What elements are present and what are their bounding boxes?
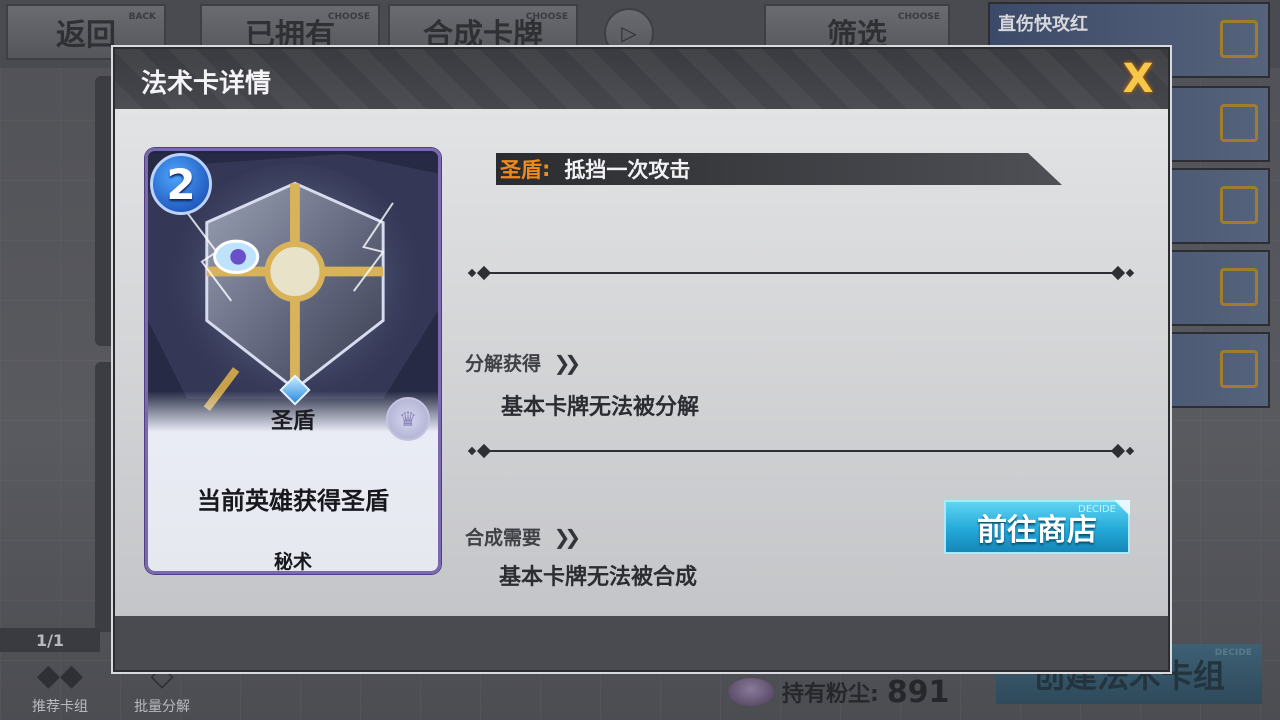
diamond-icon: ◆◆	[36, 658, 84, 693]
create-sub: DECIDE	[1214, 648, 1252, 658]
dialog-header: 法术卡详情 X	[115, 49, 1168, 109]
card-description: 当前英雄获得圣盾	[197, 487, 389, 515]
close-icon[interactable]: X	[1118, 59, 1158, 99]
effect-colon: :	[542, 157, 551, 181]
edit-icon[interactable]	[1220, 186, 1258, 224]
dust-counter: 持有粉尘: 891	[728, 672, 949, 712]
disenchant-value: 基本卡牌无法被分解	[501, 395, 700, 420]
go-to-shop-button[interactable]: DECIDE 前往商店	[944, 500, 1130, 554]
disenchant-section-title: 分解获得 ❯❯	[465, 349, 581, 376]
dialog-footer	[115, 616, 1168, 670]
card-type: 秘术	[273, 551, 312, 573]
craft-value: 基本卡牌无法被合成	[499, 565, 698, 590]
effect-keyword-bar: 圣盾 : 抵挡一次攻击	[496, 153, 1062, 185]
dust-value: 891	[886, 674, 950, 710]
effect-keyword: 圣盾	[500, 158, 542, 182]
owned-sub: CHOOSE	[327, 12, 370, 22]
page-indicator: 1/1	[0, 628, 100, 652]
double-chevron-right-icon: ❯❯	[553, 351, 581, 375]
deck-name: 直伤快攻红	[998, 14, 1088, 35]
divider	[467, 265, 1135, 281]
recommend-label: 推荐卡组	[32, 699, 88, 715]
back-sub: BACK	[128, 12, 156, 22]
recommend-deck-button[interactable]: ◆◆ 推荐卡组	[20, 656, 100, 720]
craft-title: 合成需要	[465, 527, 542, 549]
back-label: 返回	[56, 18, 116, 53]
divider	[467, 443, 1135, 459]
disenchant-title: 分解获得	[465, 353, 542, 375]
crown-icon: ♛	[386, 397, 430, 441]
edit-icon[interactable]	[1220, 268, 1258, 306]
double-chevron-right-icon: ❯❯	[553, 525, 581, 549]
mana-cost: 2	[150, 153, 212, 215]
edit-icon[interactable]	[1220, 20, 1258, 58]
craft-filter-sub: CHOOSE	[525, 12, 568, 22]
edit-icon[interactable]	[1220, 350, 1258, 388]
batch-label: 批量分解	[134, 699, 190, 715]
effect-text: 抵挡一次攻击	[564, 158, 691, 182]
dialog-title: 法术卡详情	[141, 69, 272, 99]
spell-card-detail-dialog: 法术卡详情 X 2 圣盾 ♛ 当前英雄获得圣盾 秘术 圣盾: 抵挡一次攻击 分…	[113, 47, 1170, 672]
dust-icon	[728, 678, 774, 706]
dust-label: 持有粉尘:	[782, 682, 879, 707]
spell-card: 2 圣盾 ♛ 当前英雄获得圣盾 秘术	[145, 148, 441, 574]
edit-icon[interactable]	[1220, 104, 1258, 142]
craft-section-title: 合成需要 ❯❯	[465, 523, 581, 550]
shop-button-sub: DECIDE	[1078, 504, 1116, 515]
filter-sub: CHOOSE	[897, 12, 940, 22]
